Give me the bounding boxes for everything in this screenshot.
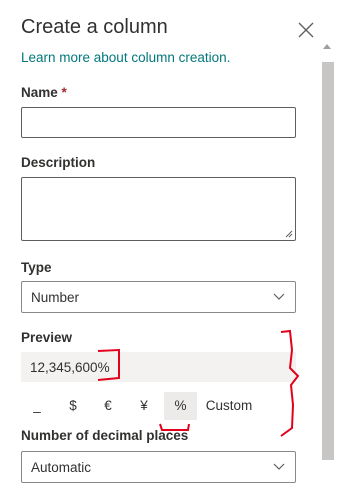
format-button-percent[interactable]: % (164, 392, 197, 420)
format-button-custom[interactable]: Custom (202, 392, 256, 420)
chevron-down-icon (273, 293, 285, 300)
scrollbar-thumb[interactable] (322, 62, 334, 460)
preview-box: 12,345,600% (21, 352, 296, 382)
scroll-up-arrow-icon[interactable] (323, 44, 331, 49)
type-dropdown[interactable]: Number (21, 281, 296, 313)
format-button-underscore[interactable]: _ (26, 392, 48, 420)
chevron-down-icon (273, 463, 285, 470)
decimal-places-dropdown[interactable]: Automatic (21, 451, 296, 483)
type-label: Type (21, 260, 52, 275)
type-selected-value: Number (31, 290, 80, 305)
preview-label: Preview (21, 330, 73, 345)
preview-value: 12,345,600% (30, 360, 110, 375)
description-label: Description (21, 155, 96, 170)
description-textarea[interactable] (21, 177, 296, 241)
decimal-places-value: Automatic (31, 460, 92, 475)
annotation-brace-right (280, 329, 300, 437)
format-button-euro[interactable]: € (97, 392, 119, 420)
close-icon[interactable] (297, 21, 315, 39)
format-button-dollar[interactable]: $ (62, 392, 84, 420)
name-label: Name * (21, 85, 67, 100)
learn-more-link[interactable]: Learn more about column creation. (21, 50, 230, 65)
decimal-places-label: Number of decimal places (21, 428, 189, 443)
panel-title: Create a column (21, 16, 168, 38)
name-input[interactable] (21, 107, 296, 138)
name-label-text: Name (21, 85, 58, 100)
format-button-yen[interactable]: ¥ (133, 392, 155, 420)
resize-handle-icon[interactable] (285, 230, 293, 238)
required-mark: * (61, 85, 67, 100)
